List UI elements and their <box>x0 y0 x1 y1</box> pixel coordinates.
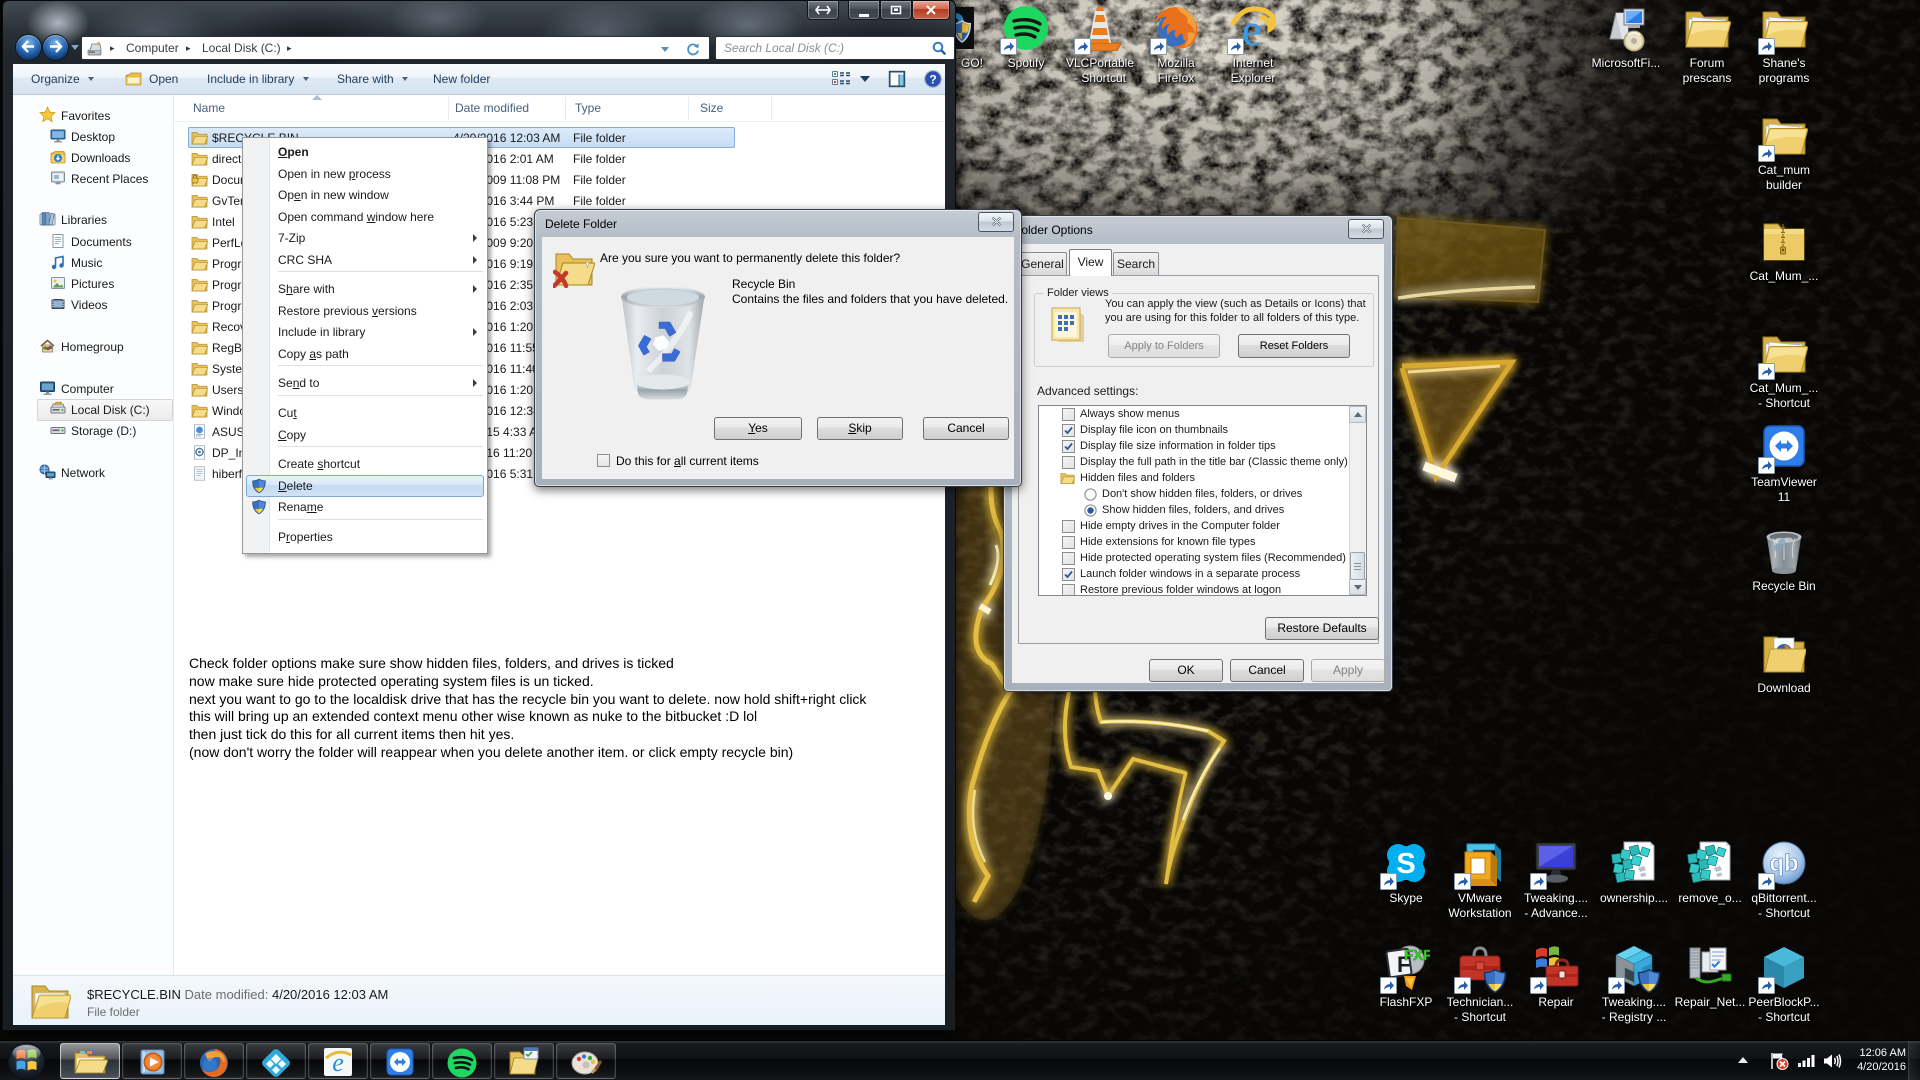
svg-text:FXP: FXP <box>1404 947 1430 964</box>
svg-text:?: ? <box>929 73 936 87</box>
svg-text:S: S <box>1396 848 1415 880</box>
